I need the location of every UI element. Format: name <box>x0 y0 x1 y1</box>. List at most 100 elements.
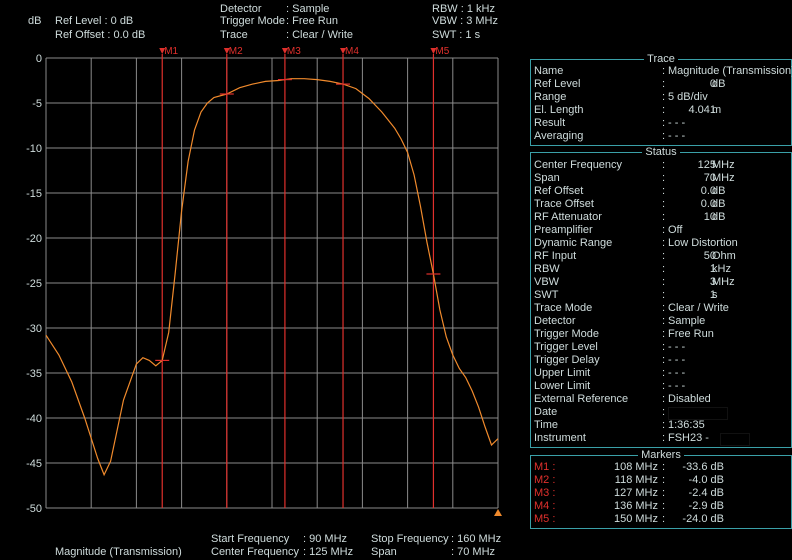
row-colon: : <box>662 432 666 444</box>
marker-label: M4 <box>345 46 359 57</box>
trace-panel: Trace Name: Magnitude (Transmission) Ref L… <box>530 53 792 146</box>
row-colon: : <box>662 487 666 499</box>
marker-row[interactable]: M1 : 108 MHz: -33.6 dB <box>534 461 789 474</box>
row-value: Clear / Write <box>668 302 729 314</box>
row-colon: : <box>662 341 666 353</box>
marker-frequency: 136 MHz <box>613 500 658 512</box>
row-key: Span <box>534 172 560 184</box>
row-unit: dB <box>712 211 726 223</box>
panel-row: Result: - - - <box>534 117 789 130</box>
row-value: Disabled <box>668 393 711 405</box>
panel-row: El. Length: 4.041 m <box>534 104 789 117</box>
row-colon: : <box>662 513 666 525</box>
span-arrow-icon <box>494 509 502 516</box>
row-number: 1 <box>709 289 716 301</box>
row-unit: MHz <box>712 159 735 171</box>
row-unit: s <box>712 289 718 301</box>
row-value: Free Run <box>668 328 714 340</box>
y-tick-label: -10 <box>26 143 42 155</box>
center-frequency-label: Center Frequency <box>211 546 300 558</box>
row-unit: Ohm <box>712 250 736 262</box>
row-colon: : <box>662 393 666 405</box>
row-colon: : <box>662 211 666 223</box>
transmission-chart[interactable]: 0-5-10-15-20-25-30-35-40-45-50 M1 M2 M3 M4 M… <box>0 0 520 530</box>
marker-name: M3 : <box>534 487 556 499</box>
row-colon: : <box>662 104 666 116</box>
marker-row[interactable]: M3 : 127 MHz: -2.4 dB <box>534 487 789 500</box>
row-key: Result <box>534 117 566 129</box>
row-colon: : <box>662 78 666 90</box>
row-key: Upper Limit <box>534 367 591 379</box>
row-number: 10 <box>703 211 716 223</box>
row-colon: : <box>662 276 666 288</box>
row-colon: : <box>662 198 666 210</box>
row-colon: : <box>662 500 666 512</box>
marker-row[interactable]: M2 : 118 MHz: -4.0 dB <box>534 474 789 487</box>
markers-panel: Markers M1 : 108 MHz: -33.6 dB M2 : 118 MHz:… <box>530 449 792 529</box>
panel-row: SWT: 1 s <box>534 289 789 302</box>
status-panel-title: Status <box>642 146 680 158</box>
marker-name: M4 : <box>534 500 556 512</box>
marker-frequency: 118 MHz <box>614 474 658 486</box>
row-colon: : <box>662 315 666 327</box>
panel-row: Instrument: FSH23 - <box>534 432 789 445</box>
marker-label: M2 <box>229 46 243 57</box>
row-colon: : <box>662 224 666 236</box>
row-number: 4.041 <box>688 104 716 116</box>
markers-panel-title: Markers <box>638 449 684 461</box>
row-number: 1 <box>709 263 716 275</box>
row-key: Trace Mode <box>534 302 593 314</box>
row-unit: kHz <box>712 263 731 275</box>
y-tick-label: -40 <box>26 413 42 425</box>
panel-row: Range:5 dB/div <box>534 91 789 104</box>
panel-row: Trigger Delay: - - - <box>534 354 789 367</box>
panel-row: Span: 70 MHz <box>534 172 789 185</box>
row-number: 0.0 <box>700 198 716 210</box>
y-tick-label: -50 <box>26 503 42 515</box>
panel-row: Averaging: - - - <box>534 130 789 143</box>
panel-row: Dynamic Range: Low Distortion <box>534 237 789 250</box>
row-value: Off <box>668 224 683 236</box>
row-key: Time <box>534 419 559 431</box>
panel-row: VBW: 3 MHz <box>534 276 789 289</box>
marker-label: M1 <box>164 46 178 57</box>
row-colon: : <box>662 117 666 129</box>
row-colon: : <box>662 461 666 473</box>
row-colon: : <box>662 289 666 301</box>
marker-level: -33.6 dB <box>682 461 724 473</box>
row-unit: m <box>712 104 722 116</box>
row-colon: : <box>662 406 666 418</box>
row-key: Trigger Delay <box>534 354 600 366</box>
panel-row: Trigger Level: - - - <box>534 341 789 354</box>
row-value: - - - <box>668 380 686 392</box>
panel-row: Trigger Mode: Free Run <box>534 328 789 341</box>
marker-lines: M1 M2 M3 M4 M5 <box>159 46 450 508</box>
panel-row: Trace Mode: Clear / Write <box>534 302 789 315</box>
row-key: Name <box>534 65 564 77</box>
y-tick-label: -5 <box>32 98 42 110</box>
row-colon: : <box>662 474 666 486</box>
marker-row[interactable]: M4 : 136 MHz: -2.9 dB <box>534 500 789 513</box>
panel-row: Detector: Sample <box>534 315 789 328</box>
row-value: Sample <box>668 315 706 327</box>
marker-level: -2.4 dB <box>688 487 724 499</box>
stop-frequency-label: Stop Frequency <box>371 533 449 545</box>
row-unit: dB <box>712 78 726 90</box>
marker-row[interactable]: M5 : 150 MHz: -24.0 dB <box>534 513 789 526</box>
marker-name: M2 : <box>534 474 556 486</box>
row-key: External Reference <box>534 393 629 405</box>
row-key: RBW <box>534 263 560 275</box>
row-value: - - - <box>668 367 686 379</box>
panel-row: Name: Magnitude (Transmission) <box>534 65 792 78</box>
row-value: FSH23 - <box>668 432 709 444</box>
row-key: Center Frequency <box>534 159 623 171</box>
row-key: Instrument <box>534 432 586 444</box>
row-number: 125 <box>697 159 716 171</box>
trace-panel-title: Trace <box>644 53 678 65</box>
panel-row: Ref Level: 0 dB <box>534 78 789 91</box>
row-key: Ref Level <box>534 78 581 90</box>
marker-label: M5 <box>435 46 449 57</box>
y-tick-label: -15 <box>26 188 42 200</box>
row-key: Preamplifier <box>534 224 593 236</box>
marker-frequency: 127 MHz <box>613 487 658 499</box>
